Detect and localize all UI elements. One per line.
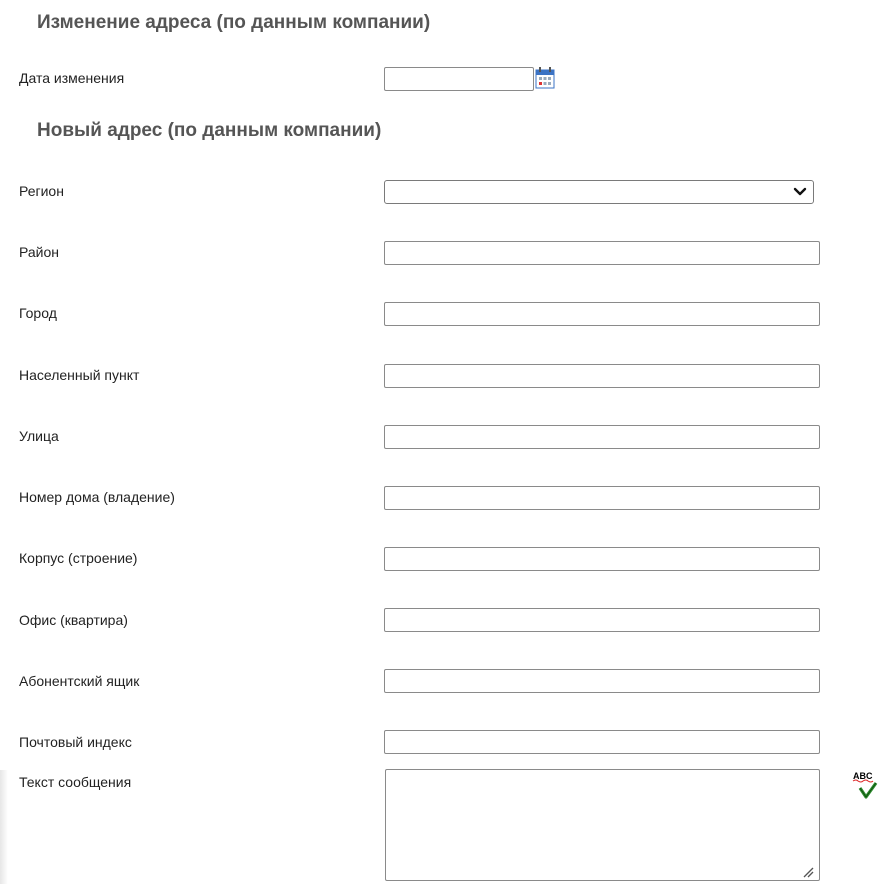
po-box-label: Абонентский ящик — [19, 673, 140, 689]
office-input[interactable] — [384, 608, 820, 632]
change-date-input[interactable] — [384, 67, 534, 91]
house-input[interactable] — [384, 486, 820, 510]
po-box-input[interactable] — [384, 669, 820, 693]
street-label: Улица — [19, 428, 59, 444]
new-address-title: Новый адрес (по данным компании) — [37, 120, 382, 141]
message-textarea[interactable] — [385, 769, 820, 881]
locality-label: Населенный пункт — [19, 367, 140, 383]
building-label: Корпус (строение) — [19, 550, 138, 566]
street-input[interactable] — [384, 425, 820, 449]
spellcheck-icon[interactable]: ABC — [851, 768, 881, 802]
city-label: Город — [19, 305, 57, 321]
house-label: Номер дома (владение) — [19, 489, 175, 505]
locality-input[interactable] — [384, 364, 820, 388]
left-edge-shadow — [0, 770, 8, 884]
chevron-down-icon — [793, 187, 807, 196]
region-label: Регион — [19, 183, 64, 199]
city-input[interactable] — [384, 302, 820, 326]
postal-code-input[interactable] — [384, 730, 820, 754]
change-date-label: Дата изменения — [19, 70, 125, 86]
calendar-icon[interactable] — [535, 67, 555, 89]
building-input[interactable] — [384, 547, 820, 571]
postal-code-label: Почтовый индекс — [19, 734, 132, 750]
change-address-title: Изменение адреса (по данным компании) — [37, 12, 431, 33]
district-label: Район — [19, 244, 59, 260]
region-select[interactable] — [384, 180, 814, 204]
message-label: Текст сообщения — [19, 774, 132, 790]
district-input[interactable] — [384, 241, 820, 265]
office-label: Офис (квартира) — [19, 612, 128, 628]
